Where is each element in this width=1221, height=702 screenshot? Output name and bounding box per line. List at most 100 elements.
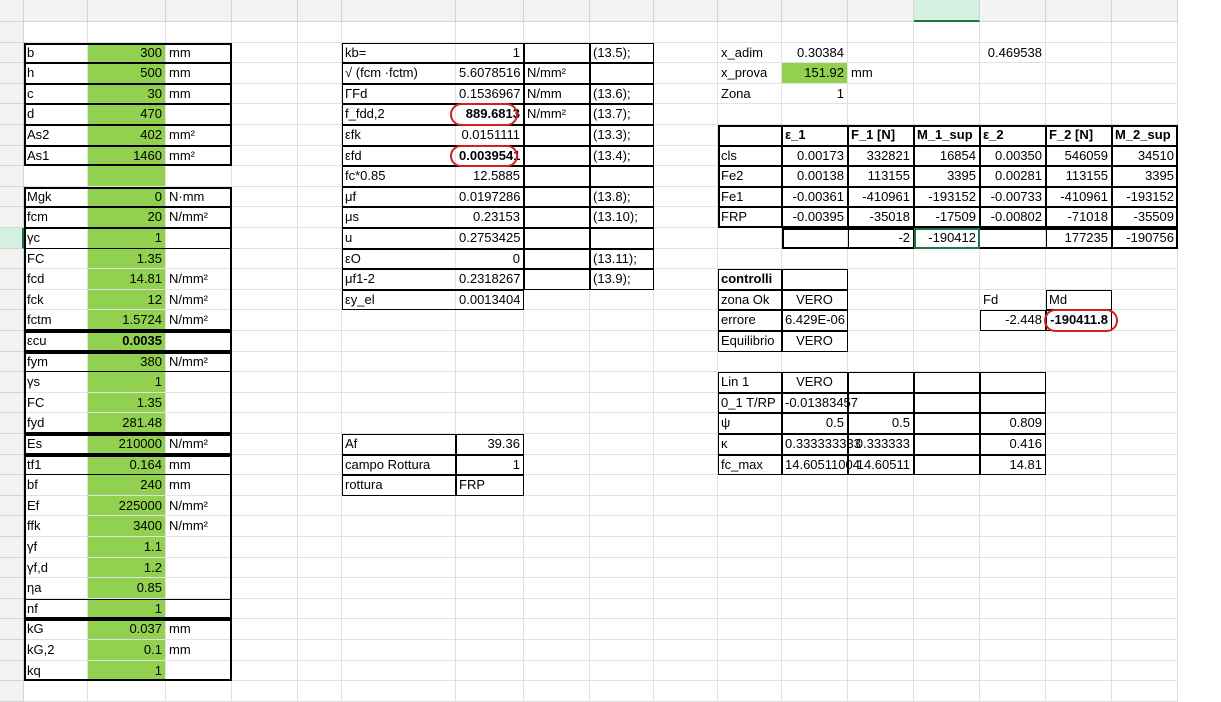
cell-m20[interactable]: 0.5 — [848, 413, 914, 434]
grid-cell[interactable] — [914, 104, 980, 125]
grid-cell[interactable] — [590, 454, 654, 476]
cell-b14[interactable]: 12 — [88, 289, 166, 311]
grid-cell[interactable] — [342, 660, 456, 682]
grid-cell[interactable] — [1112, 413, 1178, 434]
grid-cell[interactable] — [1046, 22, 1112, 43]
grid-cell[interactable] — [524, 392, 590, 414]
cell-f14[interactable]: εy_el — [342, 289, 456, 311]
grid-cell[interactable] — [1112, 22, 1178, 43]
grid-cell[interactable] — [1046, 640, 1112, 661]
grid-cell[interactable] — [980, 63, 1046, 84]
grid-cell[interactable] — [524, 413, 590, 434]
grid-cell[interactable] — [342, 640, 456, 661]
grid-cell[interactable] — [232, 475, 298, 496]
column-header-q[interactable] — [1112, 0, 1178, 22]
grid-cell[interactable] — [298, 660, 342, 682]
grid-cell[interactable] — [232, 392, 298, 414]
column-header-k[interactable] — [718, 0, 782, 22]
cell-a20[interactable]: fyd — [24, 413, 88, 434]
cell-c23[interactable]: mm — [166, 475, 232, 496]
grid-cell[interactable] — [232, 310, 298, 331]
grid-cell[interactable] — [980, 248, 1046, 270]
grid-cell[interactable] — [524, 537, 590, 558]
cell-k19[interactable]: 0_1 T/RP — [718, 392, 782, 414]
grid-cell[interactable] — [166, 372, 232, 393]
cell-c30[interactable]: mm — [166, 619, 232, 640]
grid-cell[interactable] — [718, 228, 782, 249]
grid-cell[interactable] — [456, 598, 524, 620]
cell-c31[interactable]: mm — [166, 640, 232, 661]
grid-cell[interactable] — [524, 495, 590, 517]
cell-o15[interactable]: -2.448 — [980, 310, 1046, 331]
grid-cell[interactable] — [524, 660, 590, 682]
grid-cell[interactable] — [166, 104, 232, 125]
cell-i13[interactable]: (13.9); — [590, 269, 654, 290]
cell-b15[interactable]: 1.5724 — [88, 310, 166, 331]
cell-l9[interactable]: -0.00361 — [782, 186, 848, 208]
grid-cell[interactable] — [782, 557, 848, 579]
grid-cell[interactable] — [654, 475, 718, 496]
grid-cell[interactable] — [524, 289, 590, 311]
cell-a28[interactable]: ηa — [24, 578, 88, 599]
grid-cell[interactable] — [980, 269, 1046, 290]
grid-cell[interactable] — [456, 660, 524, 682]
cell-i10[interactable]: (13.10); — [590, 207, 654, 228]
cell-k15[interactable]: errore — [718, 310, 782, 331]
row-header-17[interactable] — [0, 351, 24, 373]
grid-cell[interactable] — [782, 351, 848, 373]
grid-cell[interactable] — [590, 495, 654, 517]
row-header-12[interactable] — [0, 248, 24, 270]
cell-c21[interactable]: N/mm² — [166, 434, 232, 455]
grid-cell[interactable] — [914, 434, 980, 455]
grid-cell[interactable] — [232, 413, 298, 434]
cell-c22[interactable]: mm — [166, 454, 232, 476]
cell-g12[interactable]: 0 — [456, 248, 524, 270]
grid-cell[interactable] — [1046, 619, 1112, 640]
grid-cell[interactable] — [782, 681, 848, 702]
grid-cell[interactable] — [782, 495, 848, 517]
cell-p9[interactable]: -410961 — [1046, 186, 1112, 208]
grid-cell[interactable] — [980, 681, 1046, 702]
grid-cell[interactable] — [524, 331, 590, 352]
grid-cell[interactable] — [298, 640, 342, 661]
cell-l20[interactable]: 0.5 — [782, 413, 848, 434]
grid-cell[interactable] — [914, 578, 980, 599]
grid-cell[interactable] — [980, 372, 1046, 393]
grid-cell[interactable] — [914, 640, 980, 661]
grid-cell[interactable] — [782, 619, 848, 640]
grid-cell[interactable] — [1112, 578, 1178, 599]
cell-b3[interactable]: 500 — [88, 63, 166, 84]
grid-cell[interactable] — [914, 681, 980, 702]
grid-cell[interactable] — [298, 454, 342, 476]
grid-cell[interactable] — [232, 186, 298, 208]
grid-cell[interactable] — [342, 495, 456, 517]
cell-f2[interactable]: kb= — [342, 42, 456, 64]
grid-cell[interactable] — [232, 372, 298, 393]
grid-cell[interactable] — [232, 104, 298, 125]
grid-cell[interactable] — [590, 289, 654, 311]
grid-cell[interactable] — [298, 269, 342, 290]
row-header-27[interactable] — [0, 557, 24, 579]
grid-cell[interactable] — [88, 22, 166, 43]
grid-cell[interactable] — [914, 83, 980, 105]
grid-cell[interactable] — [914, 372, 980, 393]
cell-i5[interactable]: (13.7); — [590, 104, 654, 125]
grid-cell[interactable] — [980, 619, 1046, 640]
cell-o10[interactable]: -0.00802 — [980, 207, 1046, 228]
grid-cell[interactable] — [524, 186, 590, 208]
grid-cell[interactable] — [1112, 640, 1178, 661]
grid-cell[interactable] — [24, 22, 88, 43]
cell-k4[interactable]: Zona — [718, 83, 782, 105]
grid-cell[interactable] — [590, 557, 654, 579]
column-header-h[interactable] — [524, 0, 590, 22]
grid-cell[interactable] — [718, 475, 782, 496]
grid-cell[interactable] — [782, 104, 848, 125]
cell-a4[interactable]: c — [24, 83, 88, 105]
grid-cell[interactable] — [166, 22, 232, 43]
grid-cell[interactable] — [782, 228, 848, 249]
grid-cell[interactable] — [166, 248, 232, 270]
grid-cell[interactable] — [166, 166, 232, 187]
grid-cell[interactable] — [1112, 454, 1178, 476]
grid-cell[interactable] — [298, 578, 342, 599]
cell-a3[interactable]: h — [24, 63, 88, 84]
